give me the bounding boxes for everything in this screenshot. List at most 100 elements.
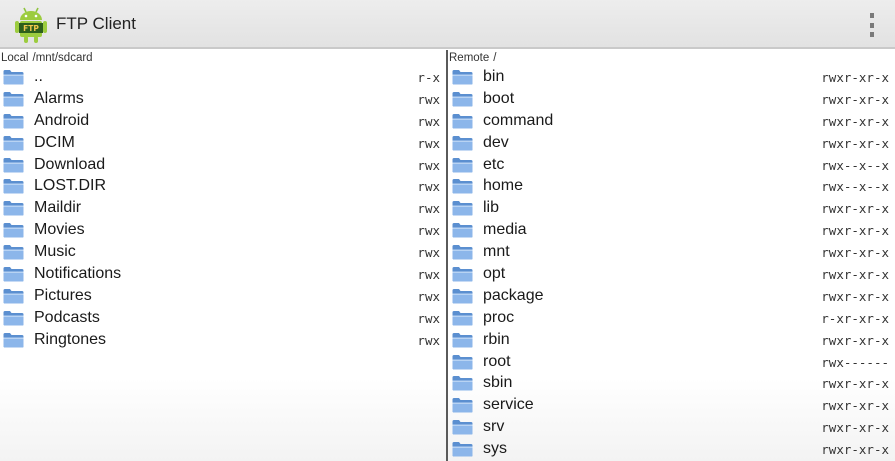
folder-icon	[452, 375, 473, 391]
remote-file-row[interactable]: sys rwxr-xr-x	[448, 438, 895, 460]
local-file-row[interactable]: Alarms rwx	[0, 88, 446, 110]
folder-icon	[3, 157, 24, 173]
local-file-row[interactable]: Music rwx	[0, 241, 446, 263]
folder-icon	[452, 332, 473, 348]
file-name: etc	[483, 155, 505, 173]
file-permissions: rwxr-xr-x	[821, 442, 889, 458]
local-file-row[interactable]: LOST.DIR rwx	[0, 175, 446, 197]
file-permissions: rwx	[417, 332, 440, 348]
local-path-header: Local/mnt/sdcard	[0, 50, 446, 66]
file-permissions: rwx	[417, 223, 440, 239]
local-file-row[interactable]: Pictures rwx	[0, 285, 446, 307]
overflow-menu-button[interactable]	[867, 13, 877, 37]
remote-file-row[interactable]: boot rwxr-xr-x	[448, 88, 895, 110]
local-file-list: .. r-x Alarms rwx Android rwx DCIM rwx Download r…	[0, 66, 446, 351]
folder-icon	[3, 288, 24, 304]
file-permissions: rwx	[417, 91, 440, 107]
remote-file-row[interactable]: etc rwx--x--x	[448, 154, 895, 176]
folder-icon	[452, 354, 473, 370]
local-file-row[interactable]: Notifications rwx	[0, 263, 446, 285]
remote-file-row[interactable]: media rwxr-xr-x	[448, 219, 895, 241]
file-permissions: rwxr-xr-x	[821, 398, 889, 414]
folder-icon	[452, 69, 473, 85]
local-pane[interactable]: Local/mnt/sdcard .. r-x Alarms rwx Android rw…	[0, 50, 446, 461]
file-permissions: rwxr-xr-x	[821, 135, 889, 151]
file-permissions: rwxr-xr-x	[821, 420, 889, 436]
remote-file-row[interactable]: mnt rwxr-xr-x	[448, 241, 895, 263]
local-file-row[interactable]: Movies rwx	[0, 219, 446, 241]
file-permissions: rwxr-xr-x	[821, 376, 889, 392]
file-permissions: rwx	[417, 179, 440, 195]
remote-file-row[interactable]: home rwx--x--x	[448, 175, 895, 197]
file-permissions: rwx--x--x	[821, 179, 889, 195]
folder-icon	[3, 310, 24, 326]
folder-icon	[452, 288, 473, 304]
file-name: rbin	[483, 330, 510, 348]
file-permissions: r-xr-xr-x	[821, 310, 889, 326]
file-name: Music	[34, 243, 76, 261]
folder-icon	[3, 178, 24, 194]
remote-file-row[interactable]: command rwxr-xr-x	[448, 110, 895, 132]
overflow-dot-icon	[870, 32, 874, 37]
remote-file-row[interactable]: dev rwxr-xr-x	[448, 132, 895, 154]
app-title: FTP Client	[56, 14, 136, 33]
file-name: Maildir	[34, 199, 82, 217]
file-name: ..	[34, 68, 43, 85]
file-permissions: rwx	[417, 288, 440, 304]
local-file-row[interactable]: Ringtones rwx	[0, 329, 446, 351]
folder-icon	[452, 91, 473, 107]
local-path: /mnt/sdcard	[32, 52, 93, 64]
folder-icon	[452, 222, 473, 238]
remote-file-row[interactable]: rbin rwxr-xr-x	[448, 329, 895, 351]
android-ftp-icon[interactable]: FTP	[13, 6, 49, 44]
folder-icon	[452, 441, 473, 457]
file-name: sys	[483, 440, 507, 458]
local-file-row[interactable]: Android rwx	[0, 110, 446, 132]
folder-icon	[452, 266, 473, 282]
remote-file-row[interactable]: proc r-xr-xr-x	[448, 307, 895, 329]
local-file-row[interactable]: Podcasts rwx	[0, 307, 446, 329]
file-permissions: rwxr-xr-x	[821, 332, 889, 348]
file-permissions: rwx	[417, 157, 440, 173]
remote-file-row[interactable]: lib rwxr-xr-x	[448, 197, 895, 219]
app-icon-text: FTP	[23, 24, 39, 33]
file-permissions: rwx	[417, 310, 440, 326]
file-permissions: rwx	[417, 267, 440, 283]
file-name: Movies	[34, 221, 85, 239]
file-name: opt	[483, 265, 506, 283]
local-file-row[interactable]: Maildir rwx	[0, 197, 446, 219]
file-name: Android	[34, 111, 90, 129]
remote-path: /	[493, 52, 497, 64]
local-file-row[interactable]: DCIM rwx	[0, 132, 446, 154]
file-name: lib	[483, 199, 500, 217]
folder-icon	[452, 244, 473, 260]
local-label: Local	[1, 52, 29, 64]
file-permissions: rwx	[417, 245, 440, 261]
remote-file-row[interactable]: package rwxr-xr-x	[448, 285, 895, 307]
local-file-row[interactable]: Download rwx	[0, 154, 446, 176]
folder-icon	[452, 157, 473, 173]
remote-file-list: bin rwxr-xr-x boot rwxr-xr-x command rwxr-xr-…	[448, 66, 895, 460]
overflow-dot-icon	[870, 13, 874, 18]
folder-icon	[3, 113, 24, 129]
remote-file-row[interactable]: srv rwxr-xr-x	[448, 416, 895, 438]
remote-file-row[interactable]: opt rwxr-xr-x	[448, 263, 895, 285]
folder-icon	[3, 91, 24, 107]
file-permissions: rwx	[417, 113, 440, 129]
file-name: bin	[483, 68, 505, 85]
file-name: Download	[34, 155, 106, 173]
folder-icon	[3, 69, 24, 85]
folder-icon	[3, 332, 24, 348]
file-name: dev	[483, 133, 509, 151]
folder-icon	[452, 113, 473, 129]
file-permissions: rwxr-xr-x	[821, 245, 889, 261]
remote-pane[interactable]: Remote / bin rwxr-xr-x boot rwxr-xr-x command…	[448, 50, 895, 461]
file-name: Podcasts	[34, 308, 100, 326]
remote-file-row[interactable]: root rwx------	[448, 351, 895, 373]
folder-icon	[452, 178, 473, 194]
file-permissions: rwx	[417, 135, 440, 151]
remote-file-row[interactable]: sbin rwxr-xr-x	[448, 372, 895, 394]
local-file-row[interactable]: .. r-x	[0, 66, 446, 88]
remote-file-row[interactable]: service rwxr-xr-x	[448, 394, 895, 416]
remote-file-row[interactable]: bin rwxr-xr-x	[448, 66, 895, 88]
